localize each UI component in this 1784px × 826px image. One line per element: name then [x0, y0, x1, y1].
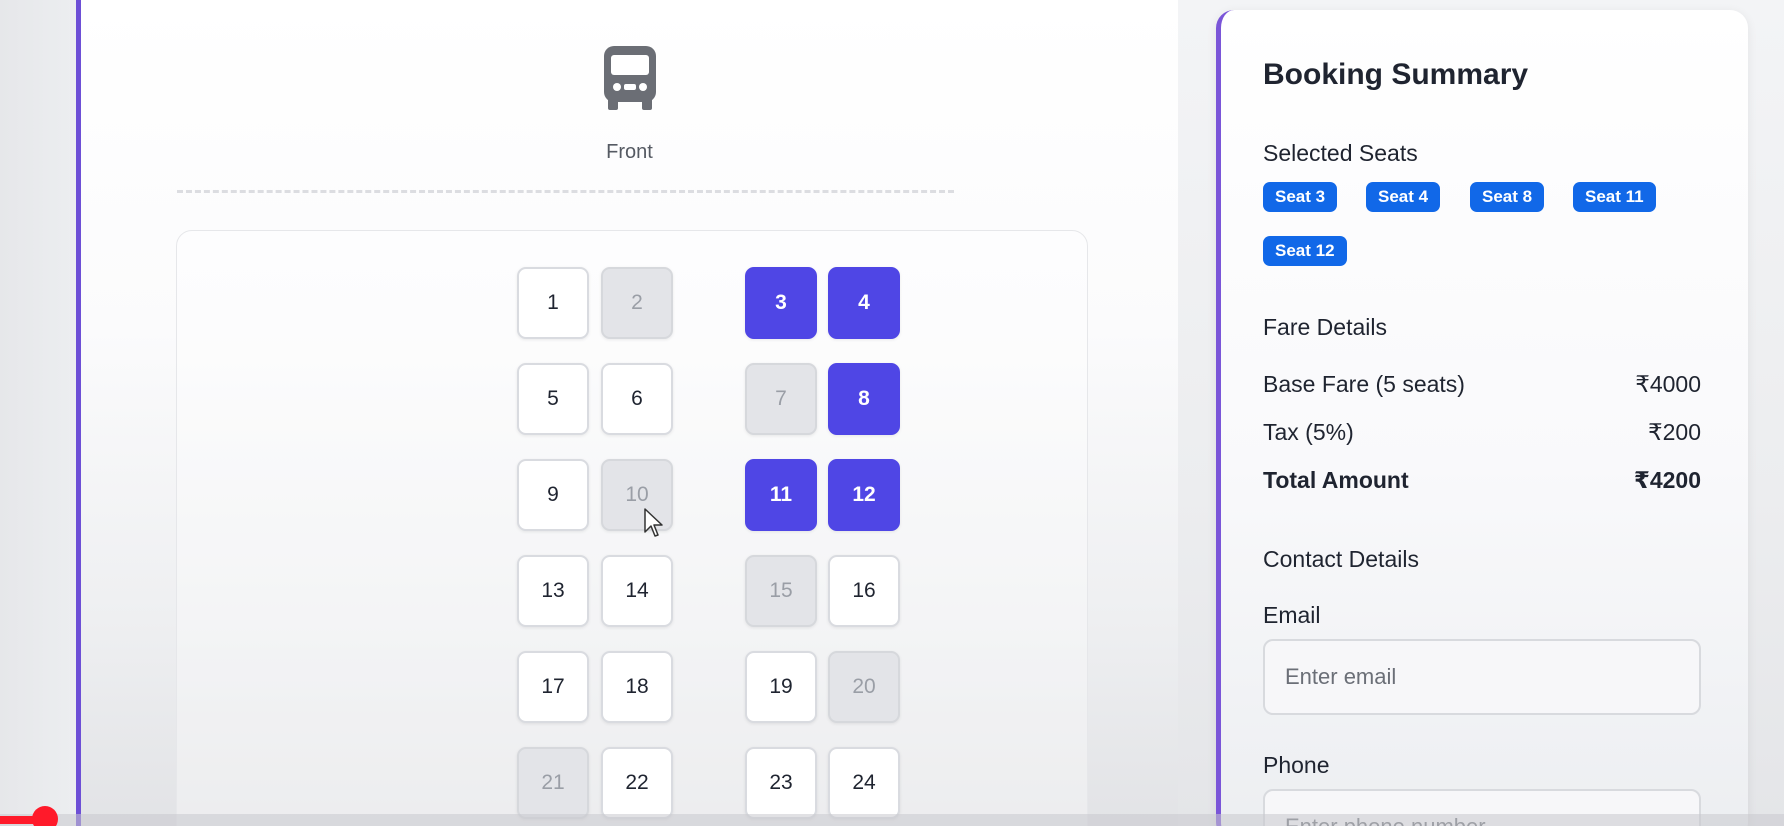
seat-grid-card: 1 2 3 4 5 6 7 8 9 10 11 12 13 14 15 16 17 18 19 20 21 22 23 24 — [176, 230, 1088, 826]
base-fare-label: Base Fare (5 seats) — [1263, 371, 1465, 397]
total-row: Total Amount ₹4200 — [1263, 467, 1701, 494]
seat-17[interactable]: 17 — [517, 651, 589, 723]
front-divider — [177, 190, 954, 193]
bus-icon — [603, 46, 656, 110]
total-label: Total Amount — [1263, 467, 1409, 493]
tax-value: ₹200 — [1647, 419, 1701, 445]
seat-13[interactable]: 13 — [517, 555, 589, 627]
seat-22[interactable]: 22 — [601, 747, 673, 819]
seat-21: 21 — [517, 747, 589, 819]
mouse-cursor-icon — [644, 508, 663, 537]
seat-2: 2 — [601, 267, 673, 339]
seat-3[interactable]: 3 — [745, 267, 817, 339]
base-fare-value: ₹4000 — [1635, 371, 1701, 397]
seat-4[interactable]: 4 — [828, 267, 900, 339]
seat-16[interactable]: 16 — [828, 555, 900, 627]
seat-20: 20 — [828, 651, 900, 723]
fare-details-label: Fare Details — [1263, 314, 1387, 340]
email-label: Email — [1263, 602, 1321, 628]
seat-12[interactable]: 12 — [828, 459, 900, 531]
summary-title: Booking Summary — [1263, 58, 1529, 91]
tax-row: Tax (5%) ₹200 — [1263, 419, 1701, 446]
seat-7: 7 — [745, 363, 817, 435]
seat-chip[interactable]: Seat 12 — [1263, 236, 1347, 266]
seat-14[interactable]: 14 — [601, 555, 673, 627]
seat-6[interactable]: 6 — [601, 363, 673, 435]
selected-seats-label: Selected Seats — [1263, 140, 1418, 166]
seat-layout-panel: Front 1 2 3 4 5 6 7 8 9 10 11 12 13 14 15 16 17 18 19 20 21 2… — [76, 0, 1178, 826]
bus-front-area: Front — [81, 44, 1178, 164]
email-field[interactable]: Enter email — [1263, 639, 1701, 715]
seat-19[interactable]: 19 — [745, 651, 817, 723]
seat-24[interactable]: 24 — [828, 747, 900, 819]
seat-chip[interactable]: Seat 11 — [1573, 182, 1656, 212]
phone-label: Phone — [1263, 752, 1330, 778]
seat-23[interactable]: 23 — [745, 747, 817, 819]
front-label: Front — [606, 141, 653, 163]
seat-15: 15 — [745, 555, 817, 627]
booking-summary-panel: Booking Summary Selected Seats Seat 3 Se… — [1216, 10, 1748, 826]
seat-chip[interactable]: Seat 4 — [1366, 182, 1441, 212]
video-progress-knob[interactable] — [31, 806, 58, 826]
left-gutter — [0, 0, 76, 826]
total-value: ₹4200 — [1633, 467, 1701, 493]
tax-label: Tax (5%) — [1263, 419, 1354, 445]
seat-8[interactable]: 8 — [828, 363, 900, 435]
seat-1[interactable]: 1 — [517, 267, 589, 339]
seat-11[interactable]: 11 — [745, 459, 817, 531]
seat-chip[interactable]: Seat 8 — [1470, 182, 1545, 212]
base-fare-row: Base Fare (5 seats) ₹4000 — [1263, 371, 1701, 398]
video-progress-track[interactable] — [0, 814, 1784, 826]
seat-18[interactable]: 18 — [601, 651, 673, 723]
seat-5[interactable]: 5 — [517, 363, 589, 435]
contact-details-label: Contact Details — [1263, 546, 1419, 572]
app-stage: Front 1 2 3 4 5 6 7 8 9 10 11 12 13 14 15 16 17 18 19 20 21 2… — [0, 0, 1784, 826]
seat-chip[interactable]: Seat 3 — [1263, 182, 1338, 212]
seat-9[interactable]: 9 — [517, 459, 589, 531]
